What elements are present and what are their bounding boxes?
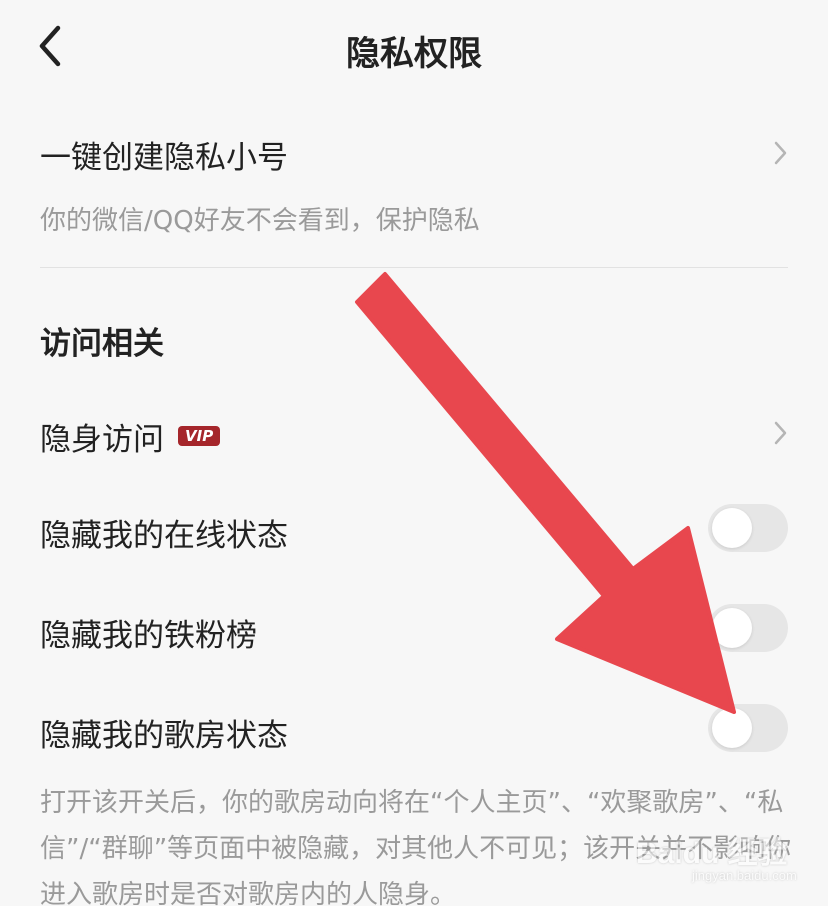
- toggle-knob: [712, 708, 752, 748]
- toggle-knob: [712, 508, 752, 548]
- invisible-visit-label: 隐身访问 VIP: [40, 414, 221, 459]
- hide-song-room-status-label: 隐藏我的歌房状态: [40, 718, 288, 754]
- hide-fan-ranking-label: 隐藏我的铁粉榜: [40, 618, 257, 654]
- hide-fan-ranking-toggle[interactable]: [708, 604, 788, 652]
- chevron-right-icon: [774, 141, 787, 165]
- invisible-visit-text: 隐身访问: [40, 422, 164, 458]
- chevron-right-icon: [774, 421, 787, 445]
- header: 隐私权限: [0, 0, 828, 100]
- divider: [40, 267, 788, 268]
- private-account-title: 一键创建隐私小号: [40, 140, 288, 176]
- hide-song-room-status-toggle[interactable]: [708, 704, 788, 752]
- vip-badge: VIP: [178, 425, 221, 446]
- hide-online-status-toggle[interactable]: [708, 504, 788, 552]
- watermark-main-text: Baidu 经验: [636, 837, 788, 870]
- private-account-subtitle: 你的微信/QQ好友不会看到，保护隐私: [40, 206, 480, 236]
- page-title: 隐私权限: [346, 34, 482, 74]
- hide-online-status-label: 隐藏我的在线状态: [40, 518, 288, 554]
- section-title-access: 访问相关: [40, 326, 164, 362]
- privacy-settings-page: 隐私权限 一键创建隐私小号 你的微信/QQ好友不会看到，保护隐私 访问相关 隐身…: [0, 0, 828, 906]
- watermark-url-text: jingyan.baidu.com: [692, 868, 797, 883]
- toggle-knob: [712, 608, 752, 648]
- baidu-jingyan-watermark: Baidu 经验 jingyan.baidu.com: [636, 828, 806, 888]
